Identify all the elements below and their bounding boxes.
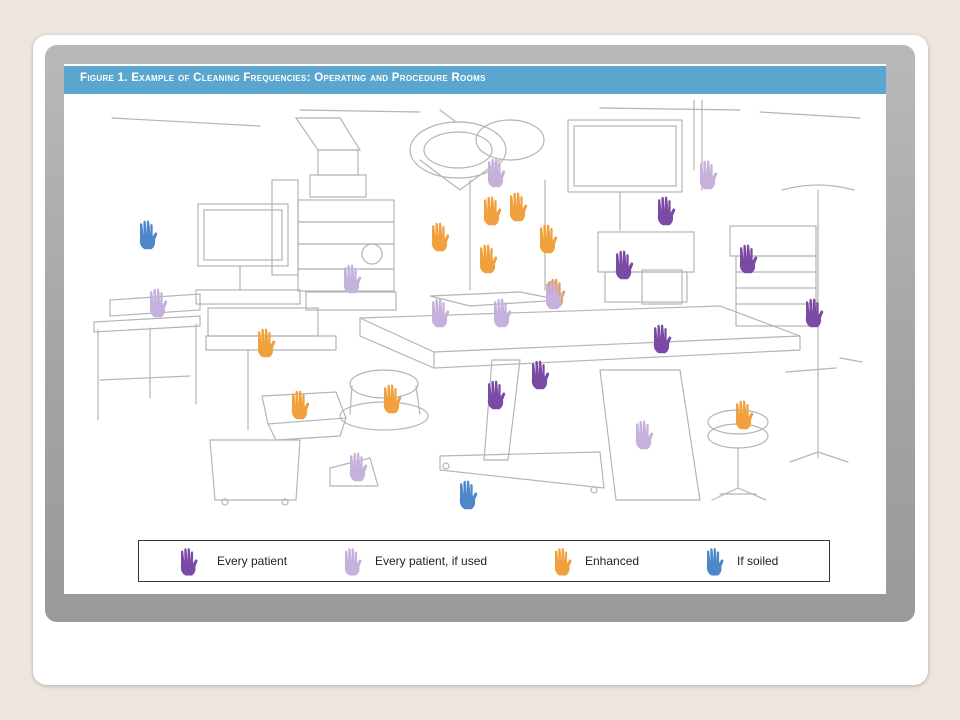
- hand-icon: [635, 420, 654, 450]
- hand-icon: [735, 400, 754, 430]
- hand-icon: [383, 384, 402, 414]
- hand-icon: [739, 244, 758, 274]
- hand-icon: [805, 298, 824, 328]
- hand-icon: [539, 224, 558, 254]
- hand-icon: [139, 220, 158, 250]
- hand-icon: [483, 196, 502, 226]
- legend-label: Every patient: [217, 554, 288, 568]
- hand-icon: [479, 244, 498, 274]
- hand-icon: [706, 548, 724, 576]
- hand-icon: [349, 452, 368, 482]
- hand-icon: [615, 250, 634, 280]
- hand-icon: [653, 324, 672, 354]
- hand-icon: [344, 548, 362, 576]
- hand-icon: [180, 548, 198, 576]
- hand-markers: [139, 158, 824, 510]
- operating-room-illustration: [93, 99, 863, 510]
- hand-icon: [431, 222, 450, 252]
- legend-label: If soiled: [737, 554, 779, 568]
- room-line-art: [93, 99, 863, 506]
- hand-icon: [554, 548, 572, 576]
- hand-icon: [657, 196, 676, 226]
- hand-icon: [493, 298, 512, 328]
- hand-icon: [149, 288, 168, 318]
- hand-icon: [487, 158, 506, 188]
- hand-icon: [459, 480, 478, 510]
- hand-icon: [509, 192, 528, 222]
- legend: Every patient Every patient, if used Enh…: [138, 540, 830, 582]
- legend-label: Enhanced: [585, 554, 640, 568]
- hand-icon: [431, 298, 450, 328]
- hand-icon: [257, 328, 276, 358]
- hand-icon: [531, 360, 550, 390]
- legend-label: Every patient, if used: [375, 554, 488, 568]
